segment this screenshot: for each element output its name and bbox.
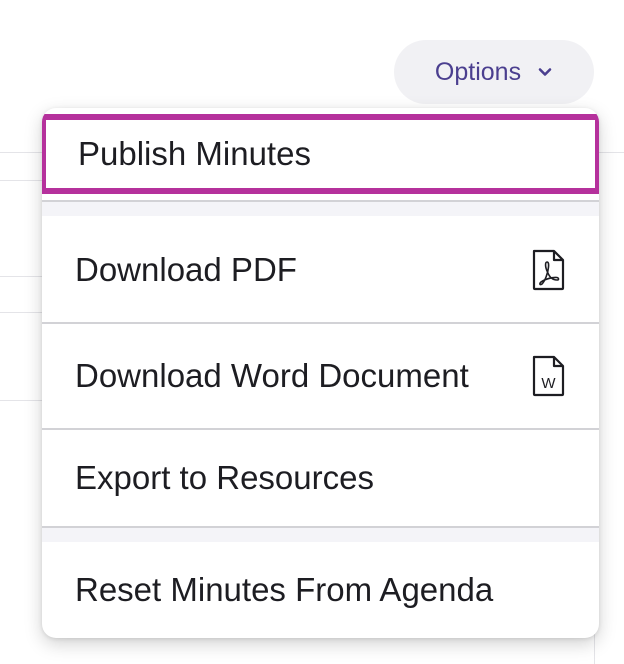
menu-item-label: Publish Minutes xyxy=(78,135,311,172)
pdf-file-icon xyxy=(530,249,566,291)
menu-section-separator xyxy=(42,202,599,216)
background-divider xyxy=(0,312,42,313)
menu-item-label: Export to Resources xyxy=(75,459,374,496)
download-word-item[interactable]: Download Word Document W xyxy=(42,324,599,428)
page: Options Publish Minutes Download PDF Dow… xyxy=(0,0,624,664)
chevron-down-icon xyxy=(537,64,553,80)
download-pdf-item[interactable]: Download PDF xyxy=(42,218,599,322)
export-to-resources-item[interactable]: Export to Resources xyxy=(42,430,599,526)
publish-minutes-item[interactable]: Publish Minutes xyxy=(42,114,599,194)
options-dropdown-menu: Publish Minutes Download PDF Download Wo… xyxy=(42,108,599,638)
menu-item-label: Reset Minutes From Agenda xyxy=(75,571,494,608)
options-label: Options xyxy=(434,57,522,86)
menu-item-label: Download PDF xyxy=(75,251,297,288)
options-button[interactable]: Options xyxy=(394,40,594,104)
background-divider xyxy=(0,180,42,181)
menu-item-label: Download Word Document xyxy=(75,357,469,394)
word-icon-letter: W xyxy=(541,375,556,392)
menu-section-separator xyxy=(42,528,599,542)
word-file-icon: W xyxy=(530,355,566,397)
background-divider xyxy=(0,276,42,277)
background-divider xyxy=(0,400,42,401)
reset-minutes-item[interactable]: Reset Minutes From Agenda xyxy=(42,542,599,638)
